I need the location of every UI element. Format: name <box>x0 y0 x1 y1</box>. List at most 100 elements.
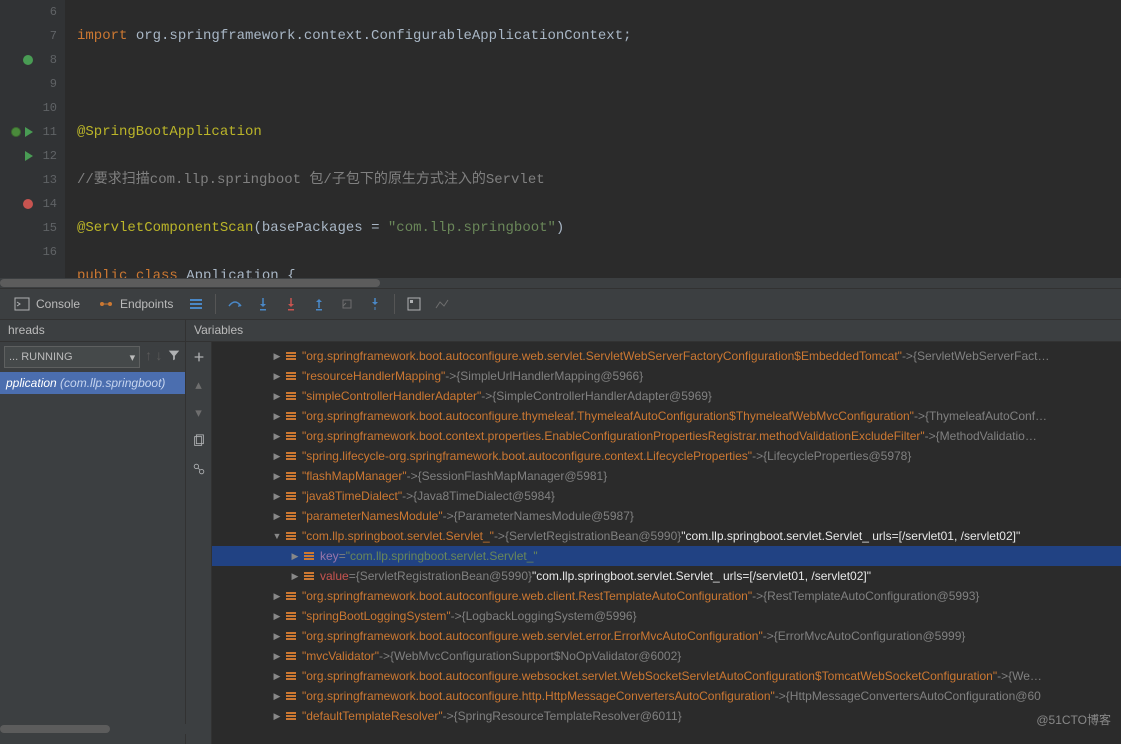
variable-row[interactable]: ▶"springBootLoggingSystem" -> {LogbackLo… <box>212 606 1121 626</box>
tree-expander-icon[interactable]: ▶ <box>270 611 284 622</box>
variable-row[interactable]: ▶"java8TimeDialect" -> {Java8TimeDialect… <box>212 486 1121 506</box>
tree-expander-icon[interactable]: ▶ <box>270 651 284 662</box>
arrow: -> <box>997 669 1008 683</box>
collapse-up-icon[interactable]: ▴ <box>188 374 210 396</box>
force-step-into-icon[interactable] <box>278 291 304 317</box>
variable-row[interactable]: ▶"resourceHandlerMapping" -> {SimpleUrlH… <box>212 366 1121 386</box>
arrow: -> <box>902 349 913 363</box>
stack-frame[interactable]: pplication (com.llp.springboot) <box>0 372 185 394</box>
tree-expander-icon[interactable]: ▶ <box>270 451 284 462</box>
tree-expander-icon[interactable]: ▶ <box>270 391 284 402</box>
drop-frame-icon[interactable] <box>334 291 360 317</box>
thread-selector[interactable]: ... RUNNING ▾ <box>4 346 140 368</box>
field-icon <box>284 710 298 722</box>
tree-expander-icon[interactable]: ▶ <box>270 351 284 362</box>
code-editor[interactable]: 6 7 8 9 10 11 12 13 14 15 16 import org.… <box>0 0 1121 278</box>
frame-down-icon[interactable]: ↓ <box>155 349 163 365</box>
tab-label: Console <box>36 297 80 311</box>
variable-row[interactable]: ▶"org.springframework.boot.autoconfigure… <box>212 346 1121 366</box>
code-area[interactable]: import org.springframework.context.Confi… <box>65 0 1121 278</box>
variable-row[interactable]: ▼"com.llp.springboot.servlet.Servlet_" -… <box>212 526 1121 546</box>
variable-row[interactable]: ▶"defaultTemplateResolver" -> {SpringRes… <box>212 706 1121 726</box>
separator <box>394 294 395 314</box>
debug-panels: ... RUNNING ▾ ↑ ↓ pplication (com.llp.sp… <box>0 342 1121 744</box>
editor-horizontal-scrollbar[interactable] <box>0 278 1121 288</box>
tree-expander-icon[interactable]: ▶ <box>270 711 284 722</box>
threads-horizontal-scrollbar[interactable] <box>0 724 186 734</box>
variable-row[interactable]: ▶ "spring.lifecycle-org.springframework.b… <box>212 446 1121 466</box>
variable-row[interactable]: ▶"org.springframework.boot.autoconfigure… <box>212 686 1121 706</box>
frame-package: (com.llp.springboot) <box>60 376 165 390</box>
variable-row[interactable]: ▶value = {ServletRegistrationBean@5990} … <box>212 566 1121 586</box>
variables-tree[interactable]: ▶ "org.springframework.boot.autoconfigure… <box>212 342 1121 744</box>
tree-expander-icon[interactable]: ▶ <box>270 511 284 522</box>
tab-console[interactable]: Console <box>6 292 88 316</box>
tab-endpoints[interactable]: Endpoints <box>90 292 181 316</box>
add-watch-icon[interactable] <box>188 346 210 368</box>
var-tostring: "com.llp.springboot.servlet.Servlet_ url… <box>681 529 1020 543</box>
variable-row[interactable]: ▶key = "com.llp.springboot.servlet.Servl… <box>212 546 1121 566</box>
gutter: 6 7 8 9 10 11 12 13 14 15 16 <box>0 0 65 278</box>
filter-icon[interactable] <box>167 348 181 366</box>
variable-row[interactable]: ▶ "org.springframework.boot.autoconfigure… <box>212 626 1121 646</box>
variable-row[interactable]: ▶"org.springframework.boot.context.prope… <box>212 426 1121 446</box>
var-value: {ServletRegistrationBean@5990} <box>356 569 532 583</box>
class-icon <box>11 127 21 137</box>
expand-down-icon[interactable]: ▾ <box>188 402 210 424</box>
var-key: "spring.lifecycle-org.springframework.bo… <box>302 449 752 463</box>
arrow: -> <box>481 389 492 403</box>
threads-view-icon[interactable] <box>183 291 209 317</box>
tree-expander-icon[interactable]: ▶ <box>270 411 284 422</box>
variable-row[interactable]: ▶"org.springframework.boot.autoconfigure… <box>212 666 1121 686</box>
tree-expander-icon[interactable]: ▶ <box>288 571 302 582</box>
step-out-icon[interactable] <box>306 291 332 317</box>
trace-icon[interactable] <box>429 291 455 317</box>
step-over-icon[interactable] <box>222 291 248 317</box>
tree-expander-icon[interactable]: ▶ <box>270 671 284 682</box>
var-key: "org.springframework.boot.autoconfigure.… <box>302 629 763 643</box>
frame-up-icon[interactable]: ↑ <box>144 349 152 365</box>
breakpoint-icon[interactable] <box>23 199 33 209</box>
kw-public: public <box>77 268 136 278</box>
copy-icon[interactable] <box>188 430 210 452</box>
step-into-icon[interactable] <box>250 291 276 317</box>
var-key: "parameterNamesModule" <box>302 509 443 523</box>
tree-expander-icon[interactable]: ▶ <box>288 551 302 562</box>
run-icon[interactable] <box>25 127 33 137</box>
tree-expander-icon[interactable]: ▶ <box>270 591 284 602</box>
line-number: 16 <box>37 240 57 264</box>
variable-row[interactable]: ▶"org.springframework.boot.autoconfigure… <box>212 406 1121 426</box>
run-icon[interactable] <box>25 151 33 161</box>
variable-row[interactable]: ▶"parameterNamesModule" -> {ParameterNam… <box>212 506 1121 526</box>
threads-panel: ... RUNNING ▾ ↑ ↓ pplication (com.llp.sp… <box>0 342 186 744</box>
watermark: @51CTO博客 <box>1036 711 1111 728</box>
tree-expander-icon[interactable]: ▶ <box>270 491 284 502</box>
tree-expander-icon[interactable]: ▶ <box>270 371 284 382</box>
comment: //要求扫描com.llp.springboot 包/子包下的原生方式注入的Se… <box>77 172 545 188</box>
import-path: org.springframework.context.Configurable… <box>136 28 623 44</box>
var-value: {SimpleControllerHandlerAdapter@5969} <box>492 389 712 403</box>
variable-row[interactable]: ▶"flashMapManager" -> {SessionFlashMapMa… <box>212 466 1121 486</box>
link-icon[interactable] <box>188 458 210 480</box>
variable-row[interactable]: ▶"mvcValidator" -> {WebMvcConfigurationS… <box>212 646 1121 666</box>
tree-expander-icon[interactable]: ▶ <box>270 691 284 702</box>
tree-expander-icon[interactable]: ▶ <box>270 471 284 482</box>
tree-expander-icon[interactable]: ▶ <box>270 631 284 642</box>
run-to-cursor-icon[interactable] <box>362 291 388 317</box>
var-value: {SessionFlashMapManager@5981} <box>418 469 608 483</box>
scrollbar-thumb[interactable] <box>0 279 380 287</box>
tree-expander-icon[interactable]: ▶ <box>270 431 284 442</box>
var-value: {SpringResourceTemplateResolver@6011} <box>454 709 682 723</box>
var-key: "defaultTemplateResolver" <box>302 709 443 723</box>
evaluate-icon[interactable] <box>401 291 427 317</box>
line-number: 12 <box>37 144 57 168</box>
var-value: {LogbackLoggingSystem@5996} <box>462 609 637 623</box>
tree-expander-icon[interactable]: ▼ <box>270 531 284 541</box>
field-icon <box>284 350 298 362</box>
arrow: -> <box>445 369 456 383</box>
scrollbar-thumb[interactable] <box>0 725 110 733</box>
field-icon <box>284 670 298 682</box>
variable-row[interactable]: ▶"org.springframework.boot.autoconfigure… <box>212 586 1121 606</box>
field-icon <box>302 550 316 562</box>
variable-row[interactable]: ▶"simpleControllerHandlerAdapter" -> {Si… <box>212 386 1121 406</box>
